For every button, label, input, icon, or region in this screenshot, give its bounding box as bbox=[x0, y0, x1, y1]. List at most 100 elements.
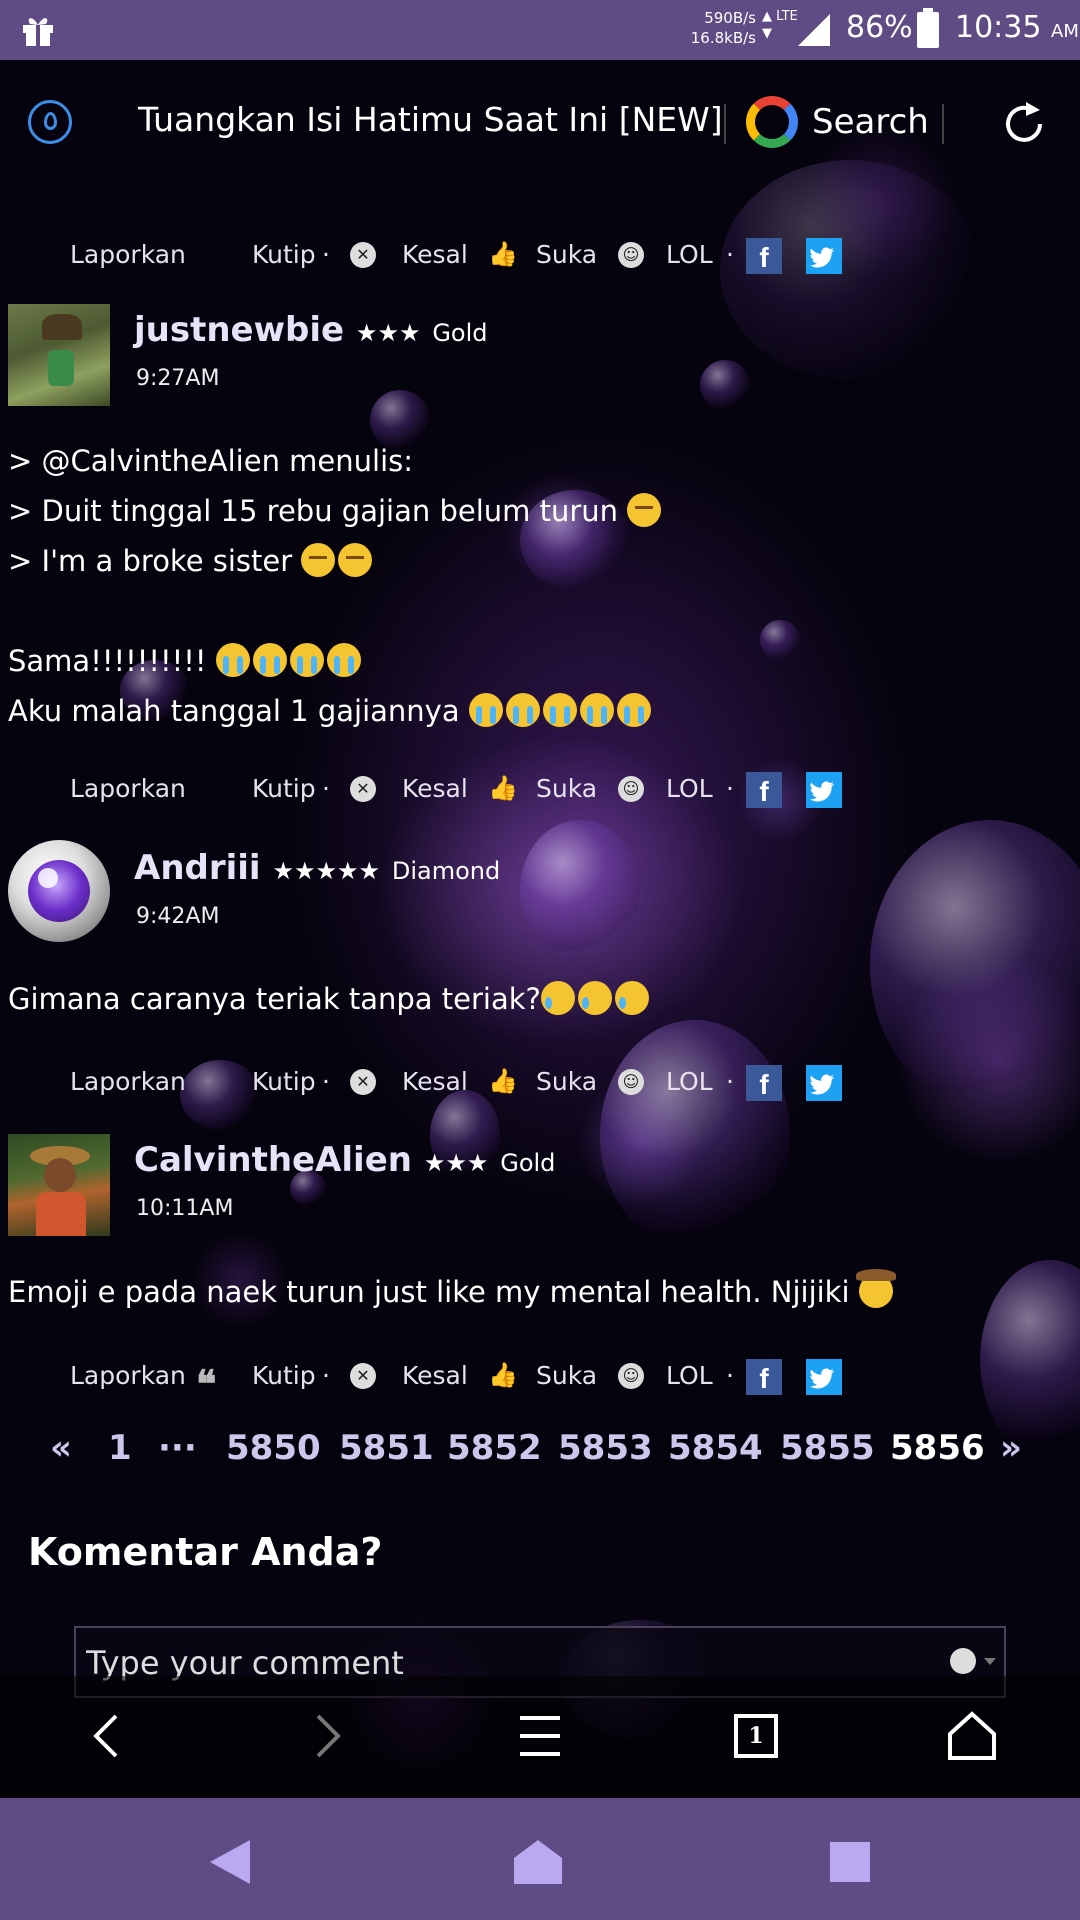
laugh-face-icon: ☺ bbox=[618, 1363, 644, 1389]
menu-icon[interactable] bbox=[510, 1706, 570, 1766]
report-link[interactable]: Laporkan bbox=[70, 774, 186, 803]
google-search-button[interactable]: Search bbox=[746, 96, 929, 148]
pensive-emoji-icon bbox=[627, 493, 662, 527]
tabs-button[interactable]: 1 bbox=[726, 1706, 786, 1766]
post-time: 9:27AM bbox=[136, 366, 220, 391]
system-recents-icon[interactable] bbox=[826, 1838, 874, 1886]
quote-link[interactable]: Kutip bbox=[252, 240, 316, 269]
separator: · bbox=[322, 1067, 330, 1096]
post-text: Emoji e pada naek turun just like my men… bbox=[8, 1275, 850, 1309]
post-body: > @CalvintheAlien menulis: > Duit tingga… bbox=[8, 436, 664, 736]
quote-link[interactable]: Kutip bbox=[252, 1067, 316, 1096]
page-link[interactable]: 5854 bbox=[668, 1428, 763, 1468]
pensive-emoji-icon bbox=[301, 543, 336, 577]
pagination: « 1 ··· 5850 5851 5852 5853 5854 5855 58… bbox=[0, 1428, 1080, 1478]
like-reaction[interactable]: Suka bbox=[536, 1361, 597, 1390]
twitter-share-icon[interactable] bbox=[806, 1065, 842, 1101]
laugh-face-icon: ☺ bbox=[618, 242, 644, 268]
lol-reaction[interactable]: LOL bbox=[666, 774, 713, 803]
laugh-face-icon: ☺ bbox=[618, 776, 644, 802]
battery-icon bbox=[917, 8, 939, 48]
avatar[interactable] bbox=[8, 840, 110, 942]
angry-reaction[interactable]: Kesal bbox=[402, 1067, 468, 1096]
back-arrow-icon[interactable] bbox=[78, 1706, 138, 1766]
page-link[interactable]: 5853 bbox=[558, 1428, 653, 1468]
report-link[interactable]: Laporkan bbox=[70, 1067, 186, 1096]
post-actions: Laporkan Kutip · ✕ Kesal 👍 Suka ☺ LOL · … bbox=[0, 770, 1080, 810]
comment-heading: Komentar Anda? bbox=[28, 1530, 383, 1574]
divider bbox=[942, 104, 944, 144]
post-line: Aku malah tanggal 1 gajiannya bbox=[8, 686, 664, 736]
clock-ampm: AM bbox=[1051, 21, 1079, 42]
angry-reaction[interactable]: Kesal bbox=[402, 774, 468, 803]
emoji-picker-icon[interactable] bbox=[950, 1648, 976, 1674]
report-link[interactable]: Laporkan bbox=[70, 1361, 186, 1390]
page-link[interactable]: 1 bbox=[108, 1428, 132, 1468]
quote-line: > @CalvintheAlien menulis: bbox=[8, 444, 414, 478]
post-line: Gimana caranya teriak tanpa teriak? bbox=[8, 974, 652, 1024]
post-actions: Laporkan Kutip · ✕ Kesal 👍 Suka ☺ LOL · … bbox=[0, 1063, 1080, 1103]
facebook-share-icon[interactable]: f bbox=[746, 1359, 782, 1395]
facebook-share-icon[interactable]: f bbox=[746, 772, 782, 808]
angry-reaction[interactable]: Kesal bbox=[402, 240, 468, 269]
angry-face-icon: ✕ bbox=[350, 242, 376, 268]
twitter-share-icon[interactable] bbox=[806, 772, 842, 808]
twitter-share-icon[interactable] bbox=[806, 238, 842, 274]
facebook-share-icon[interactable]: f bbox=[746, 1065, 782, 1101]
quote-text: > Duit tinggal 15 rebu gajian belum turu… bbox=[8, 494, 619, 528]
quote-link[interactable]: Kutip bbox=[252, 774, 316, 803]
chevron-down-icon[interactable] bbox=[984, 1658, 996, 1665]
username[interactable]: Andriii ★★★★★ Diamond bbox=[134, 848, 500, 888]
rank-label: Diamond bbox=[391, 857, 501, 885]
clock: 10:35 AM bbox=[955, 10, 1079, 45]
page-ellipsis: ··· bbox=[158, 1428, 197, 1468]
username[interactable]: CalvintheAlien ★★★ Gold bbox=[134, 1140, 555, 1180]
twitter-share-icon[interactable] bbox=[806, 1359, 842, 1395]
separator: · bbox=[726, 1067, 734, 1096]
post-line: Emoji e pada naek turun just like my men… bbox=[8, 1267, 896, 1317]
refresh-icon[interactable] bbox=[1000, 100, 1048, 148]
like-reaction[interactable]: Suka bbox=[536, 240, 597, 269]
system-home-icon[interactable] bbox=[514, 1838, 562, 1886]
next-page-button[interactable]: » bbox=[1000, 1428, 1022, 1468]
quote-link[interactable]: Kutip bbox=[252, 1361, 316, 1390]
home-icon[interactable] bbox=[942, 1706, 1002, 1766]
prev-page-button[interactable]: « bbox=[50, 1428, 72, 1468]
report-link[interactable]: Laporkan bbox=[70, 240, 186, 269]
page-link[interactable]: 5852 bbox=[447, 1428, 542, 1468]
post-time: 10:11AM bbox=[136, 1196, 234, 1221]
like-reaction[interactable]: Suka bbox=[536, 1067, 597, 1096]
avatar[interactable] bbox=[8, 1134, 110, 1236]
like-reaction[interactable]: Suka bbox=[536, 774, 597, 803]
data-saver-icon[interactable] bbox=[28, 100, 72, 144]
upload-speed: 590B/s bbox=[704, 9, 756, 27]
facebook-share-icon[interactable]: f bbox=[746, 238, 782, 274]
pensive-emoji-icon bbox=[338, 543, 373, 577]
rank-stars: ★★★ bbox=[423, 1149, 489, 1177]
avatar[interactable] bbox=[8, 304, 110, 406]
angry-face-icon: ✕ bbox=[350, 1069, 376, 1095]
system-back-icon[interactable] bbox=[206, 1838, 254, 1886]
lol-reaction[interactable]: LOL bbox=[666, 1067, 713, 1096]
username[interactable]: justnewbie ★★★ Gold bbox=[134, 310, 488, 350]
network-speed: 590B/s 16.8kB/s bbox=[690, 8, 756, 48]
lol-reaction[interactable]: LOL bbox=[666, 1361, 713, 1390]
lol-reaction[interactable]: LOL bbox=[666, 240, 713, 269]
crying-emoji-icon bbox=[252, 643, 287, 677]
page-link[interactable]: 5855 bbox=[780, 1428, 875, 1468]
post-text: Sama!!!!!!!!!! bbox=[8, 644, 207, 678]
download-speed: 16.8kB/s bbox=[690, 29, 756, 47]
page-link[interactable]: 5851 bbox=[339, 1428, 434, 1468]
forward-arrow-icon[interactable] bbox=[296, 1706, 356, 1766]
laugh-face-icon: ☺ bbox=[618, 1069, 644, 1095]
username-text: justnewbie bbox=[134, 310, 345, 350]
post-actions: Laporkan Kutip · ✕ Kesal 👍 Suka ☺ LOL · … bbox=[0, 236, 1080, 276]
username-text: Andriii bbox=[134, 848, 261, 888]
thumbs-up-icon: 👍 bbox=[488, 240, 518, 268]
sad-tear-emoji-icon bbox=[614, 981, 649, 1015]
page-link[interactable]: 5850 bbox=[226, 1428, 321, 1468]
username-text: CalvintheAlien bbox=[134, 1140, 412, 1180]
page-title[interactable]: Tuangkan Isi Hatimu Saat Ini [NEW] bbox=[138, 100, 723, 139]
angry-reaction[interactable]: Kesal bbox=[402, 1361, 468, 1390]
divider bbox=[724, 104, 726, 144]
